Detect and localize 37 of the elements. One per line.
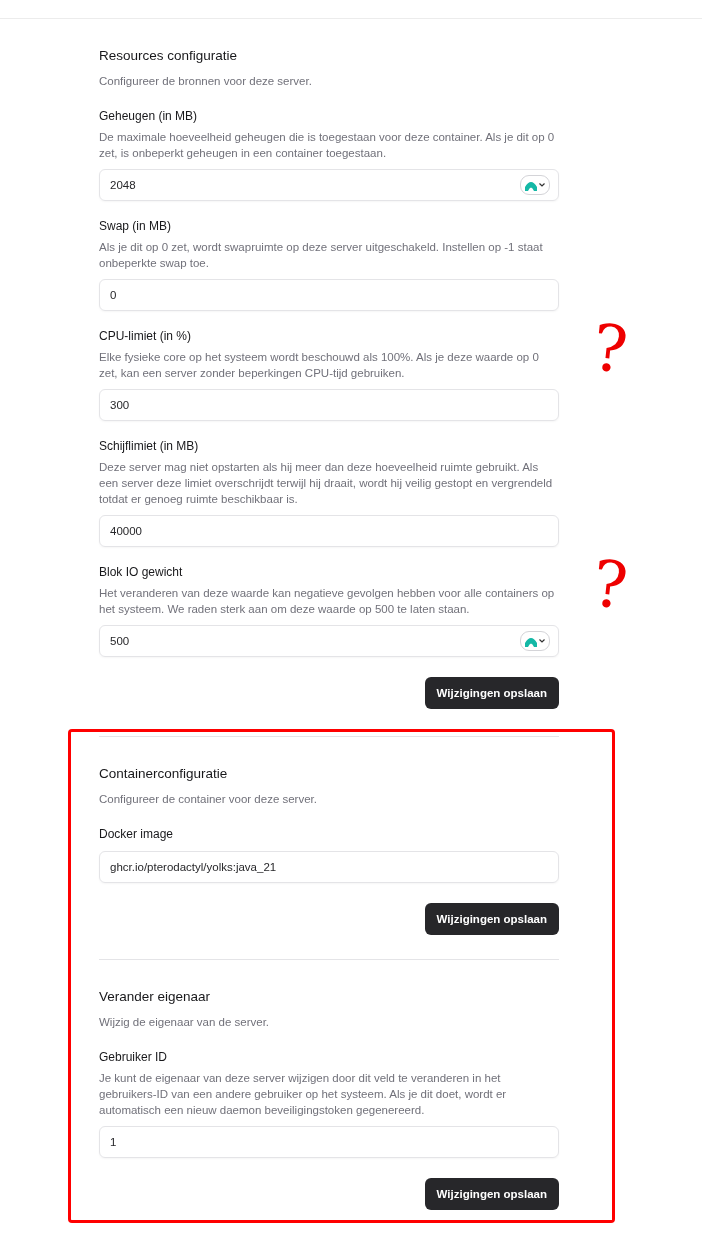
input-field[interactable]: 300: [99, 389, 559, 421]
question-mark: ?: [589, 551, 631, 619]
input-field[interactable]: 1: [99, 1126, 559, 1158]
field-label: Swap (in MB): [99, 218, 173, 235]
input-field[interactable]: 2048: [99, 169, 559, 201]
input-field[interactable]: ghcr.io/pterodactyl/yolks:java_21: [99, 851, 559, 883]
save-button[interactable]: Wijzigingen opslaan: [424, 903, 559, 935]
extension-badge[interactable]: [520, 175, 550, 195]
field-label: Schijflimiet (in MB): [99, 438, 200, 455]
input-field[interactable]: 500: [99, 625, 559, 657]
chevron-down-icon: [539, 183, 545, 187]
field-help: De maximale hoeveelheid geheugen die is toegestaan voor deze container. Als je dit op 0 zet, is onbeperkt geheugen in een container toegestaan.: [99, 130, 556, 161]
section-description: Configureer de bronnen voor deze server.: [99, 74, 313, 89]
input-field[interactable]: 40000: [99, 515, 559, 547]
section-title: Resources configuratie: [99, 47, 239, 65]
field-help: Je kunt de eigenaar van deze server wijzigen door dit veld te veranderen in het gebruikers-ID van een andere gebruiker op het systeem. Als je dit doet, wordt er automatisch een nieuw daemon beveiligingstoken gegenereerd.: [99, 1071, 508, 1118]
field-label: Geheugen (in MB): [99, 108, 199, 125]
field-label: Gebruiker ID: [99, 1049, 169, 1066]
field-label: Docker image: [99, 826, 175, 843]
section-description: Configureer de container voor deze server.: [99, 792, 318, 807]
field-help: Deze server mag niet opstarten als hij meer dan deze hoeveelheid ruimte gebruikt. Als een server deze limiet overschrijdt terwijl hij draait, wordt hij veilig gestopt en vergrendeld totdat er genoeg ruimte beschikbaar is.: [99, 460, 554, 507]
section-description: Wijzig de eigenaar van de server.: [99, 1015, 271, 1030]
chevron-down-icon: [539, 639, 545, 643]
question-mark: ?: [589, 315, 631, 383]
save-button[interactable]: Wijzigingen opslaan: [424, 677, 559, 709]
input-field[interactable]: 0: [99, 279, 559, 311]
arch-icon: [524, 635, 538, 647]
field-help: Het veranderen van deze waarde kan negatieve gevolgen hebben voor alle containers op het systeem. We raden sterk aan om deze waarde op 500 te laten staan.: [99, 586, 556, 617]
field-label: Blok IO gewicht: [99, 564, 184, 581]
field-label: CPU-limiet (in %): [99, 328, 192, 345]
section-title: Verander eigenaar: [99, 988, 212, 1006]
extension-badge[interactable]: [520, 631, 550, 651]
save-button[interactable]: Wijzigingen opslaan: [424, 1178, 559, 1210]
arch-icon: [524, 179, 538, 191]
section-title: Containerconfiguratie: [99, 765, 229, 783]
field-help: Elke fysieke core op het systeem wordt beschouwd als 100%. Als je deze waarde op 0 zet, kan een server zonder beperkingen CPU-tijd gebruiken.: [99, 350, 540, 381]
field-help: Als je dit op 0 zet, wordt swapruimte op deze server uitgeschakeld. Instellen op -1 staat onbeperkte swap toe.: [99, 240, 544, 271]
